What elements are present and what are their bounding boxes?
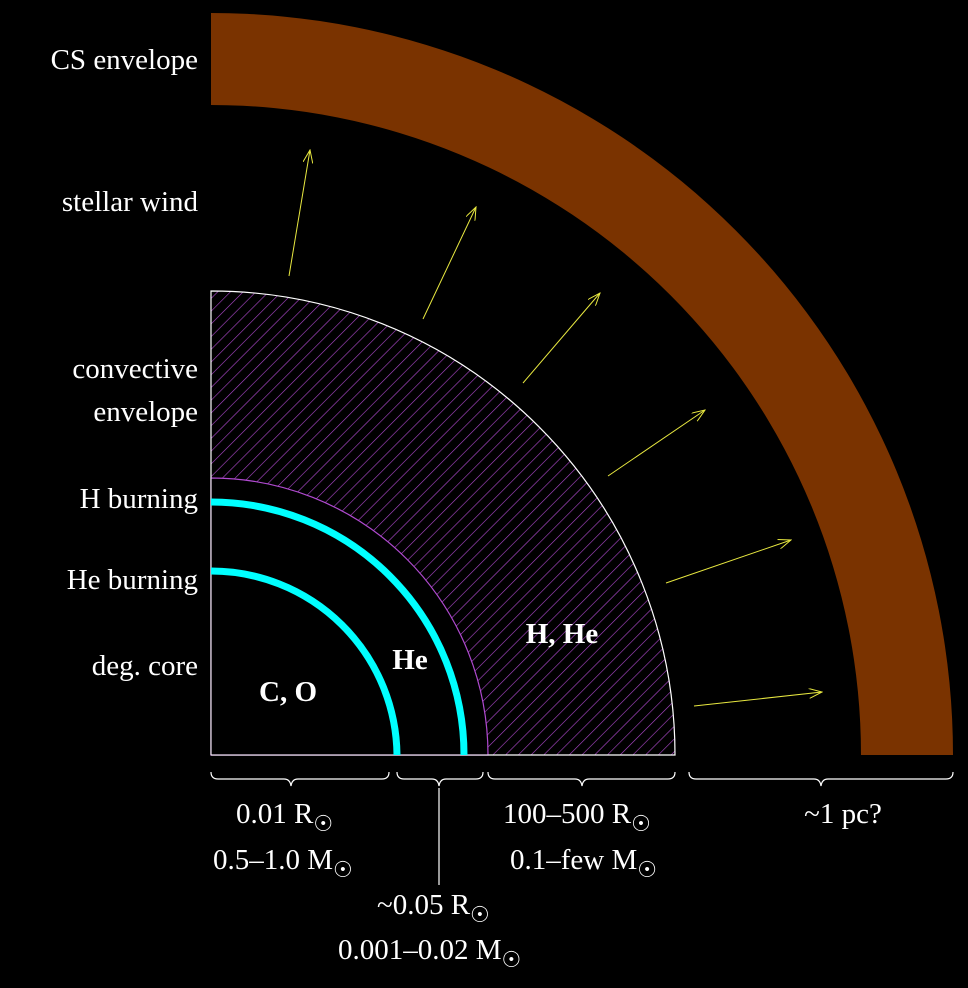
label-core-composition: C, O [259, 676, 317, 708]
brace-envelope [487, 771, 676, 787]
wind-arrow [607, 410, 705, 477]
label-he-composition: He [392, 644, 428, 676]
cs-distance-label: ~1 pc? [804, 798, 882, 830]
label-he-burning: He burning [67, 564, 198, 596]
brace-cs [688, 771, 954, 787]
sun-symbol: ☉ [502, 947, 522, 972]
core-mass-label: 0.5–1.0 M☉ [213, 844, 353, 882]
label-stellar-wind: stellar wind [62, 186, 199, 218]
envelope-radius-label: 100–500 R☉ [503, 798, 651, 836]
star-structure-diagram: CS envelope stellar wind convective enve… [51, 13, 954, 972]
sun-symbol: ☉ [470, 902, 490, 927]
label-deg-core: deg. core [92, 650, 198, 682]
he-radius-label: ~0.05 R☉ [377, 889, 490, 927]
wind-arrow [522, 293, 600, 384]
brace-core [210, 771, 390, 787]
wind-arrow [288, 150, 310, 277]
sun-symbol: ☉ [637, 857, 657, 882]
label-hhe-composition: H, He [526, 618, 599, 650]
sun-symbol: ☉ [333, 857, 353, 882]
core-radius-label: 0.01 R☉ [236, 798, 333, 836]
brace-he [396, 771, 484, 787]
label-convective: convective [72, 353, 198, 385]
envelope-mass-label: 0.1–few M☉ [510, 844, 657, 882]
he-mass-label: 0.001–0.02 M☉ [338, 934, 521, 972]
sun-symbol: ☉ [313, 811, 333, 836]
label-cs-envelope: CS envelope [51, 44, 198, 76]
wind-arrow [665, 540, 791, 584]
wind-arrow [422, 207, 476, 320]
sun-symbol: ☉ [631, 811, 651, 836]
label-h-burning: H burning [80, 483, 198, 515]
label-envelope: envelope [93, 396, 198, 428]
wind-arrow [693, 692, 822, 707]
